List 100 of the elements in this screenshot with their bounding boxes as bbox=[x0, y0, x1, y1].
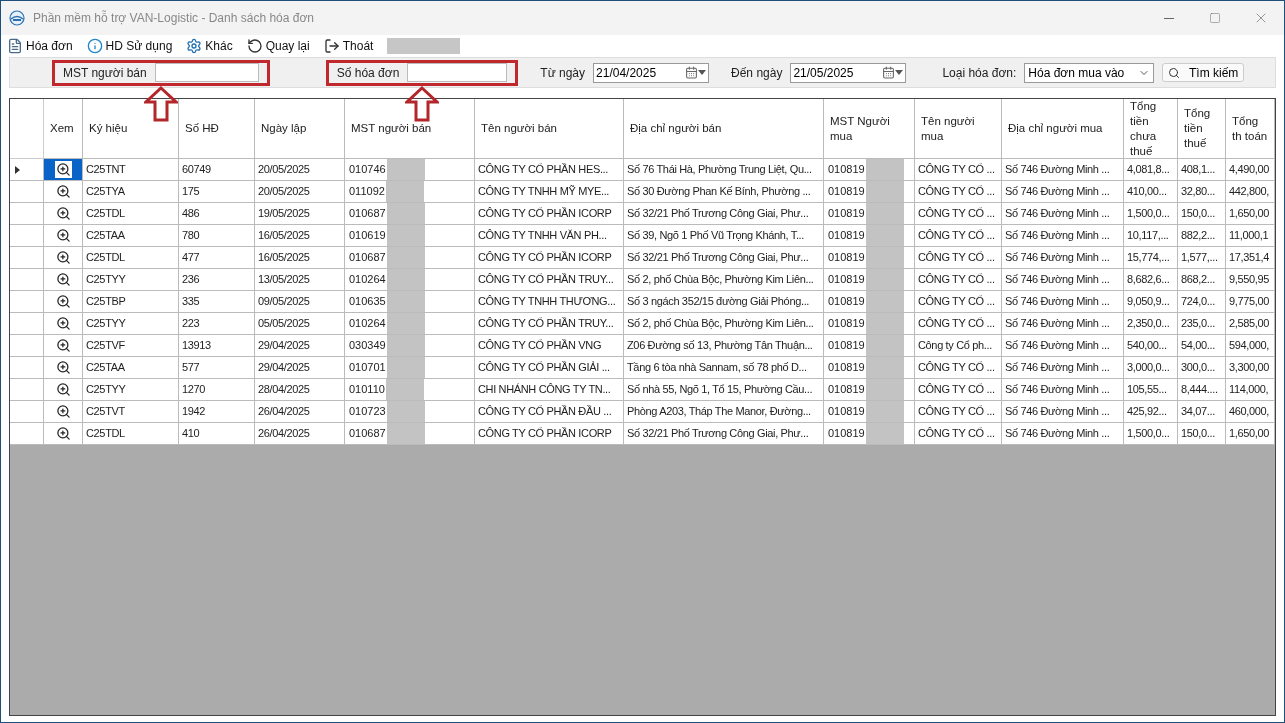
view-button[interactable] bbox=[55, 426, 71, 441]
table-cell-text: Số 76 Thái Hà, Phường Trung Liệt, Qu... bbox=[627, 162, 812, 178]
table-cell-text: 150,0... bbox=[1181, 206, 1215, 222]
column-header[interactable]: Ký hiệu bbox=[89, 121, 128, 136]
column-header[interactable]: Tổng tiền chưa thuế bbox=[1130, 99, 1171, 158]
table-cell-text: 010819 bbox=[828, 338, 866, 354]
date-picker[interactable]: 21/04/2025 bbox=[593, 62, 710, 83]
table-cell-text: 1270 bbox=[182, 382, 206, 398]
table-cell-text: Số 746 Đường Minh ... bbox=[1005, 228, 1110, 244]
view-button[interactable] bbox=[55, 404, 71, 419]
table-cell-text: Số 746 Đường Minh ... bbox=[1005, 250, 1110, 266]
table-cell-text: CÔNG TY CỔ ... bbox=[918, 206, 995, 222]
column-header[interactable]: Địa chỉ người mua bbox=[1008, 121, 1103, 136]
text-field[interactable] bbox=[154, 63, 259, 82]
column-header[interactable]: Địa chỉ người bán bbox=[630, 121, 722, 136]
column-header[interactable]: MST Người mua bbox=[830, 113, 896, 144]
table-cell-text: 34,07... bbox=[1181, 404, 1215, 420]
search-button[interactable]: Tìm kiếm bbox=[1162, 63, 1245, 82]
zoom-in-icon bbox=[55, 316, 71, 331]
table-cell-text: 010635 bbox=[349, 294, 387, 310]
toolbar-button[interactable]: Thoát bbox=[323, 37, 374, 55]
column-header[interactable]: Xem bbox=[50, 121, 74, 136]
view-button[interactable] bbox=[55, 338, 71, 353]
table-cell-text: 26/04/2025 bbox=[258, 426, 310, 442]
table-cell-text: CÔNG TY CỔ ... bbox=[918, 360, 995, 376]
type-dropdown[interactable]: Hóa đơn mua vào bbox=[1024, 62, 1155, 83]
view-button[interactable] bbox=[55, 382, 71, 397]
table-cell-text: 577 bbox=[182, 360, 200, 376]
table-cell-text: CÔNG TY CỔ PHẦN TRUY... bbox=[478, 316, 614, 332]
field-label: MST người bán bbox=[63, 64, 147, 81]
table-cell-text: 54,00... bbox=[1181, 338, 1215, 354]
toolbar-button[interactable]: Hóa đơn bbox=[7, 37, 73, 55]
table-cell-text: 300,0... bbox=[1181, 360, 1215, 376]
table-cell-text: Công ty Cổ ph... bbox=[918, 338, 992, 354]
date-picker[interactable]: 21/05/2025 bbox=[790, 62, 907, 83]
table-cell-text: Z06 Đường số 13, Phường Tân Thuận... bbox=[627, 338, 813, 354]
column-header[interactable]: MST người bán bbox=[351, 121, 432, 136]
column-header[interactable]: Tổng th toán bbox=[1232, 113, 1268, 144]
view-button[interactable] bbox=[55, 316, 71, 331]
table-cell-text: Số 746 Đường Minh ... bbox=[1005, 382, 1110, 398]
table-cell-text: 1942 bbox=[182, 404, 206, 420]
column-header[interactable]: Số HĐ bbox=[185, 121, 219, 136]
view-button[interactable] bbox=[55, 272, 71, 287]
table-cell-text: 1,500,0... bbox=[1127, 426, 1170, 442]
table-cell-text: C25TDL bbox=[86, 426, 125, 442]
table-cell-text: CÔNG TY CỔ PHẦN ICORP bbox=[478, 206, 612, 222]
table-cell-text: 335 bbox=[182, 294, 200, 310]
gear-icon bbox=[186, 38, 203, 54]
maximize-icon bbox=[1209, 12, 1221, 24]
view-button[interactable] bbox=[54, 161, 72, 178]
column-header[interactable]: Ngày lập bbox=[261, 121, 307, 136]
table-cell-text: 235,0... bbox=[1181, 316, 1215, 332]
table-cell-text: Số 746 Đường Minh ... bbox=[1005, 338, 1110, 354]
table-cell-text: CÔNG TY TNHH MỸ MYE... bbox=[478, 184, 610, 200]
view-button[interactable] bbox=[55, 294, 71, 309]
app-logo-icon bbox=[9, 10, 25, 26]
minimize-icon bbox=[1164, 17, 1174, 19]
view-button[interactable] bbox=[55, 250, 71, 265]
table-cell-text: 17,351,4 bbox=[1229, 250, 1270, 266]
column-header[interactable]: Tên người bán bbox=[481, 121, 557, 136]
table-cell-text: CÔNG TY CỔ PHẦN ICORP bbox=[478, 426, 612, 442]
table-cell-text: Số 746 Đường Minh ... bbox=[1005, 206, 1110, 222]
toolbar-button[interactable]: Quay lại bbox=[246, 37, 310, 55]
view-button[interactable] bbox=[55, 360, 71, 375]
table-cell-text: C25TVF bbox=[86, 338, 125, 354]
dropdown-arrow-icon bbox=[698, 70, 707, 75]
table-cell-text: 010819 bbox=[828, 206, 866, 222]
table-cell-text: Số 3 ngách 352/15 đường Giải Phóng... bbox=[627, 294, 810, 310]
table-cell-text: 4,490,00 bbox=[1229, 162, 1270, 178]
table-cell-text: 223 bbox=[182, 316, 200, 332]
field-label: Từ ngày bbox=[540, 64, 586, 82]
table-cell-text: 425,92... bbox=[1127, 404, 1167, 420]
table-cell-text: C25TDL bbox=[86, 206, 125, 222]
table-cell-text: 010819 bbox=[828, 360, 866, 376]
view-button[interactable] bbox=[55, 206, 71, 221]
table-cell-text: 010819 bbox=[828, 294, 866, 310]
view-button[interactable] bbox=[55, 228, 71, 243]
table-cell-text: C25TYY bbox=[86, 382, 126, 398]
zoom-in-icon bbox=[55, 382, 71, 397]
column-header[interactable]: Tổng tiền thuế bbox=[1184, 106, 1219, 151]
table-cell-text: 1,577,... bbox=[1181, 250, 1218, 266]
view-button[interactable] bbox=[55, 184, 71, 199]
table-cell-text: CÔNG TY CỔ ... bbox=[918, 250, 995, 266]
toolbar-button[interactable]: Khác bbox=[186, 37, 233, 55]
table-cell-text: 05/05/2025 bbox=[258, 316, 310, 332]
table-cell-text: Số 2, phố Chùa Bộc, Phường Kim Liên... bbox=[627, 316, 814, 332]
toolbar-button[interactable]: HD Sử dụng bbox=[86, 37, 173, 55]
table-cell-text: 9,775,00 bbox=[1229, 294, 1270, 310]
field-label: Đến ngày bbox=[731, 64, 783, 82]
table-cell-text: 9,550,95 bbox=[1229, 272, 1270, 288]
zoom-in-icon bbox=[55, 404, 71, 419]
text-field[interactable] bbox=[407, 63, 508, 82]
table-cell-text: Số 39, Ngõ 1 Phố Vũ Trọng Khánh, T... bbox=[627, 228, 805, 244]
annotation-arrow bbox=[405, 85, 439, 122]
table-cell-text: Tầng 6 tòa nhà Sannam, số 78 phố D... bbox=[627, 360, 807, 376]
table-cell-text: CÔNG TY CỔ PHẦN HES... bbox=[478, 162, 609, 178]
calendar-icon bbox=[685, 66, 699, 79]
column-header[interactable]: Tên người mua bbox=[921, 113, 981, 144]
table-cell-text: CÔNG TY TNHH VĂN PH... bbox=[478, 228, 607, 244]
table-cell-text: CÔNG TY CỔ ... bbox=[918, 162, 995, 178]
